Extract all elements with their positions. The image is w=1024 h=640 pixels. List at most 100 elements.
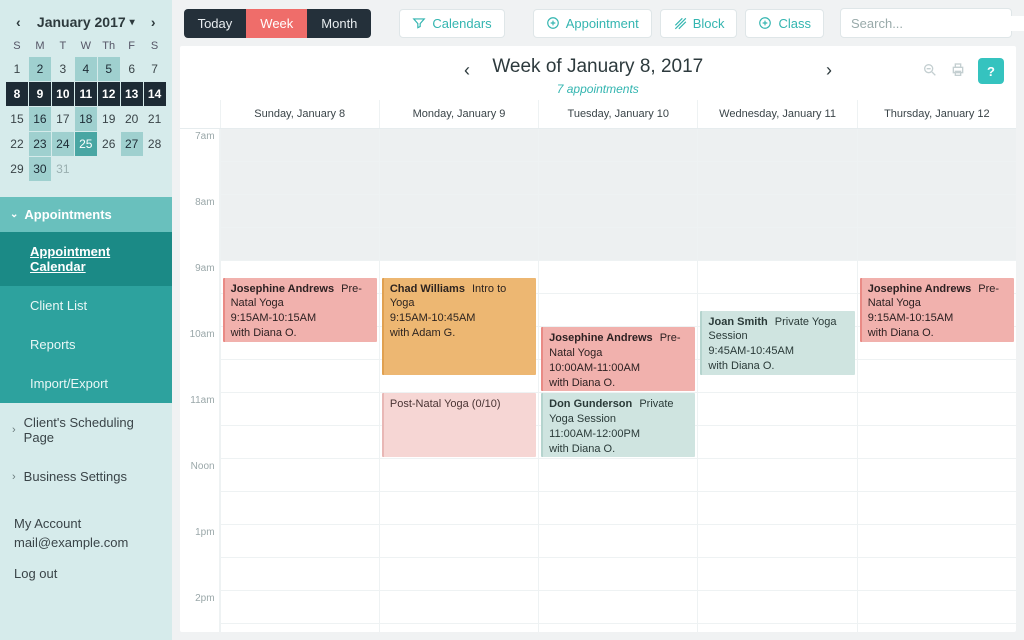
account-label[interactable]: My Account [14,516,158,531]
time-slot[interactable] [698,558,856,591]
mini-cal-day[interactable]: 29 [6,157,28,181]
time-slot[interactable] [698,525,856,558]
time-slot[interactable] [380,129,538,162]
appointment[interactable]: Josephine Andrews Pre-Natal Yoga9:15AM-1… [223,278,377,342]
appointment[interactable]: Post-Natal Yoga (0/10) [382,393,536,457]
time-slot[interactable] [858,195,1016,228]
time-slot[interactable] [858,129,1016,162]
mini-cal-day[interactable]: 16 [29,107,51,131]
time-slot[interactable] [380,459,538,492]
time-slot[interactable] [539,492,697,525]
mini-cal-day[interactable]: 21 [144,107,166,131]
mini-cal-day[interactable]: 18 [75,107,97,131]
nav-group-appointments[interactable]: ⌄ Appointments [0,197,172,232]
sidebar-item[interactable]: Import/Export [0,364,172,403]
time-slot[interactable] [698,591,856,624]
mini-cal-day[interactable]: 30 [29,157,51,181]
mini-cal-day[interactable]: 13 [121,82,143,106]
time-slot[interactable] [698,228,856,261]
appointment[interactable]: Josephine Andrews Pre-Natal Yoga10:00AM-… [541,327,695,391]
time-slot[interactable] [858,426,1016,459]
mini-cal-day[interactable]: 28 [144,132,166,156]
sidebar-item[interactable]: Client List [0,286,172,325]
mini-cal-prev[interactable]: ‹ [12,12,25,32]
mini-cal-day[interactable]: 11 [75,82,97,106]
mini-cal-next[interactable]: › [147,12,160,32]
mini-cal-day[interactable]: 22 [6,132,28,156]
time-slot[interactable] [221,459,379,492]
time-slot[interactable] [539,525,697,558]
time-slot[interactable] [221,129,379,162]
time-slot[interactable] [858,459,1016,492]
time-slot[interactable] [539,261,697,294]
time-slot[interactable] [380,162,538,195]
mini-cal-day[interactable]: 5 [98,57,120,81]
time-slot[interactable] [539,558,697,591]
time-slot[interactable] [539,591,697,624]
time-slot[interactable] [380,591,538,624]
mini-cal-day[interactable]: 8 [6,82,28,106]
time-slot[interactable] [858,525,1016,558]
time-slot[interactable] [698,129,856,162]
mini-cal-day[interactable]: 2 [29,57,51,81]
mini-cal-day[interactable]: 15 [6,107,28,131]
time-slot[interactable] [698,195,856,228]
time-slot[interactable] [539,624,697,632]
appointment[interactable]: Chad Williams Intro to Yoga9:15AM-10:45A… [382,278,536,375]
time-slot[interactable] [858,162,1016,195]
mini-cal-day[interactable]: 3 [52,57,74,81]
mini-cal-day[interactable]: 14 [144,82,166,106]
mini-cal-day[interactable]: 25 [75,132,97,156]
mini-cal-title[interactable]: January 2017 ▾ [37,14,135,30]
sidebar-item[interactable]: Appointment Calendar [0,232,172,286]
appointment[interactable]: Joan Smith Private Yoga Session9:45AM-10… [700,311,854,375]
time-slot[interactable] [380,228,538,261]
day-column[interactable]: Joan Smith Private Yoga Session9:45AM-10… [697,129,856,632]
day-column[interactable]: Josephine Andrews Pre-Natal Yoga10:00AM-… [538,129,697,632]
appointment[interactable]: Don Gunderson Private Yoga Session11:00A… [541,393,695,457]
time-slot[interactable] [221,228,379,261]
time-slot[interactable] [698,261,856,294]
time-slot[interactable] [539,129,697,162]
time-slot[interactable] [221,360,379,393]
time-slot[interactable] [221,195,379,228]
time-slot[interactable] [380,624,538,632]
month-button[interactable]: Month [307,9,371,38]
time-slot[interactable] [380,558,538,591]
zoom-out-icon[interactable] [922,62,938,81]
time-slot[interactable] [539,195,697,228]
time-slot[interactable] [539,162,697,195]
day-column[interactable]: Josephine Andrews Pre-Natal Yoga9:15AM-1… [220,129,379,632]
mini-cal-day[interactable]: 7 [144,57,166,81]
mini-cal-day[interactable]: 24 [52,132,74,156]
nav-link-business[interactable]: › Business Settings [0,457,172,496]
mini-cal-day[interactable]: 1 [6,57,28,81]
mini-cal-day[interactable]: 23 [29,132,51,156]
time-slot[interactable] [380,492,538,525]
time-slot[interactable] [539,228,697,261]
time-slot[interactable] [698,459,856,492]
mini-cal-day[interactable]: 6 [121,57,143,81]
day-column[interactable]: Chad Williams Intro to Yoga9:15AM-10:45A… [379,129,538,632]
time-slot[interactable] [858,591,1016,624]
mini-cal-day[interactable]: 9 [29,82,51,106]
mini-cal-day[interactable]: 26 [98,132,120,156]
logout-link[interactable]: Log out [14,566,158,581]
search-input[interactable] [851,16,1024,31]
day-column[interactable]: Josephine Andrews Pre-Natal Yoga9:15AM-1… [857,129,1016,632]
time-slot[interactable] [698,393,856,426]
time-slot[interactable] [221,624,379,632]
time-slot[interactable] [698,492,856,525]
new-class-button[interactable]: Class [745,9,824,38]
time-slot[interactable] [539,459,697,492]
time-slot[interactable] [698,162,856,195]
search-box[interactable] [840,8,1012,38]
time-slot[interactable] [380,195,538,228]
time-slot[interactable] [858,492,1016,525]
mini-cal-day[interactable]: 17 [52,107,74,131]
mini-cal-day[interactable]: 10 [52,82,74,106]
mini-cal-day[interactable]: 12 [98,82,120,106]
time-slot[interactable] [221,162,379,195]
time-slot[interactable] [858,360,1016,393]
time-slot[interactable] [858,228,1016,261]
